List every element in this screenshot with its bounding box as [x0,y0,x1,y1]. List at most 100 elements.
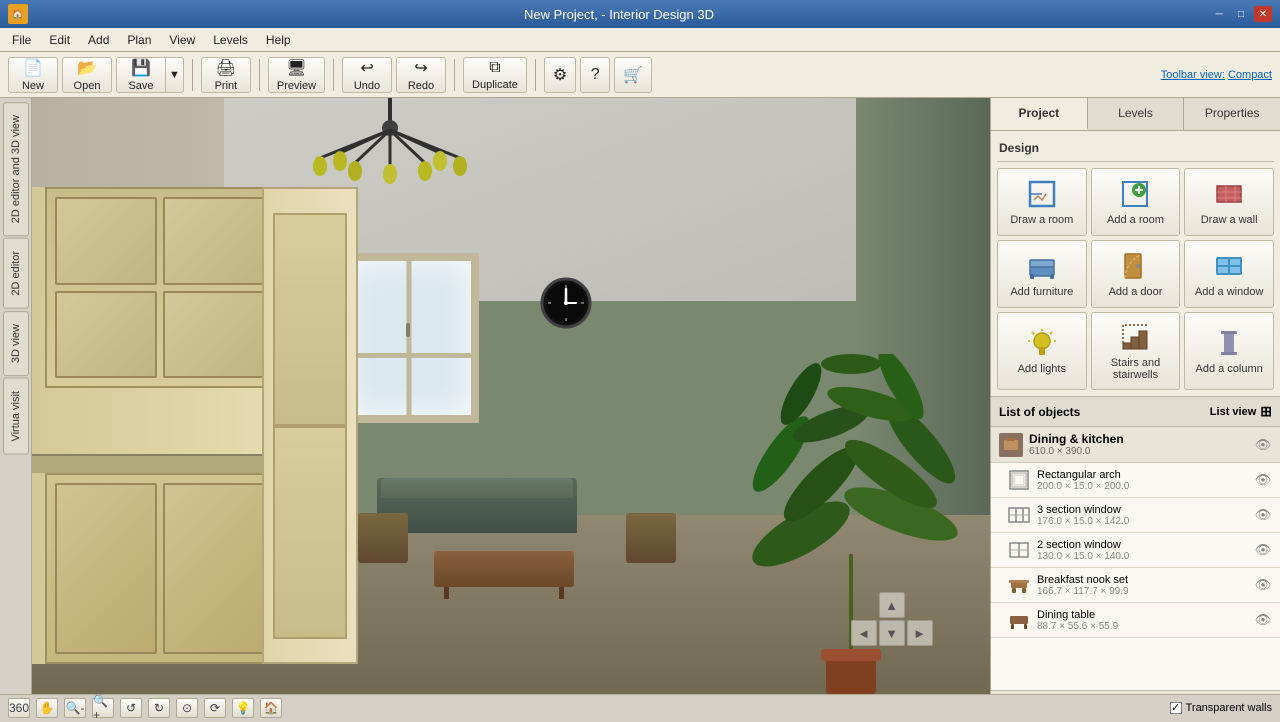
store-icon: 🛒 [623,65,643,85]
viewport[interactable]: ▲ ◄ ▼ ► [32,98,990,694]
rotate-cw-button[interactable]: ↻ [148,698,170,718]
object-item-rectangular-arch[interactable]: Rectangular arch 200.0 × 15.0 × 200.0 👁 [991,463,1280,498]
maximize-button[interactable]: □ [1232,6,1250,22]
menu-file[interactable]: File [4,31,39,49]
zoom-out-button[interactable]: 🔍- [64,698,86,718]
object-item-breakfast-nook[interactable]: Breakfast nook set 166.7 × 117.7 × 99.9 … [991,568,1280,603]
eye-toggle-3w[interactable]: 👁 [1254,506,1272,524]
object-item-2section-window[interactable]: 2 section window 130.0 × 15.0 × 140.0 👁 [991,533,1280,568]
sidebar-tab-2d[interactable]: 2D editor [3,238,29,309]
save-button[interactable]: 💾 Save [116,57,166,93]
tab-levels[interactable]: Levels [1088,98,1185,130]
wardrobe-door-1 [273,213,346,426]
add-furniture-button[interactable]: Add furniture [997,240,1087,308]
lower-cabinet-door-1 [55,483,157,654]
light-toggle-button[interactable]: 💡 [232,698,254,718]
cabinet-door-4 [163,291,265,378]
list-view-icon[interactable]: ⊞ [1260,403,1272,420]
tab-project[interactable]: Project [991,98,1088,130]
item-name-2w: 2 section window [1037,539,1248,551]
item-dims-3w: 176.0 × 15.0 × 142.0 [1037,516,1248,527]
home-button[interactable]: 🏠 [260,698,282,718]
transparent-walls-checkbox[interactable]: ✓ [1170,702,1182,714]
save-group: 💾 Save ▼ [116,57,184,93]
add-window-button[interactable]: Add a window [1184,240,1274,308]
add-lights-button[interactable]: Add lights [997,312,1087,390]
eye-toggle-bn[interactable]: 👁 [1254,576,1272,594]
rotate-ccw-button[interactable]: ↺ [120,698,142,718]
window-controls: ─ □ ✕ [1210,6,1272,22]
open-button[interactable]: 📂 Open [62,57,112,93]
zoom-in-button[interactable]: 🔍+ [92,698,114,718]
new-button[interactable]: 📄 New [8,57,58,93]
sidebar-tab-virtual[interactable]: Virtua visit [3,378,29,455]
pan-button[interactable]: ✋ [36,698,58,718]
measure-button[interactable]: ⟳ [204,698,226,718]
sidebar-tab-2d-3d[interactable]: 2D editor and 3D view [3,102,29,236]
objects-list[interactable]: Dining & kitchen 610.0 × 390.0 👁 [991,427,1280,690]
list-view-label[interactable]: List view [1210,406,1256,418]
menu-view[interactable]: View [161,31,203,49]
breakfast-nook-icon [1007,573,1031,597]
arrow-left-button[interactable]: ◄ [851,620,877,646]
print-button[interactable]: 🖨 Print [201,57,251,93]
store-button[interactable]: 🛒 [614,57,652,93]
menu-help[interactable]: Help [258,31,299,49]
item-name: Rectangular arch [1037,469,1248,481]
menu-edit[interactable]: Edit [41,31,78,49]
arrow-right-button[interactable]: ► [907,620,933,646]
print-label: Print [215,80,238,92]
stairs-label: Stairs and stairwells [1096,357,1176,381]
add-column-button[interactable]: Add a column [1184,312,1274,390]
add-door-label: Add a door [1109,286,1163,298]
save-dropdown-button[interactable]: ▼ [166,57,184,93]
draw-wall-button[interactable]: Draw a wall [1184,168,1274,236]
arrow-grid: ▲ ◄ ▼ ► [851,592,933,646]
compact-link[interactable]: Compact [1228,69,1272,81]
add-room-button[interactable]: Add a room [1091,168,1181,236]
help-button[interactable]: ? [580,57,610,93]
eye-toggle-dt[interactable]: 👁 [1254,611,1272,629]
minimize-button[interactable]: ─ [1210,6,1228,22]
eye-toggle-category[interactable]: 👁 [1254,436,1272,454]
menu-add[interactable]: Add [80,31,117,49]
stairs-button[interactable]: Stairs and stairwells [1091,312,1181,390]
preview-button[interactable]: 🖥 Preview [268,57,325,93]
arrow-up-button[interactable]: ▲ [879,592,905,618]
print-icon: 🖨 [216,58,236,78]
add-furniture-icon [1026,250,1058,282]
draw-room-button[interactable]: Draw a room [997,168,1087,236]
arrow-down-button[interactable]: ▼ [879,620,905,646]
help-icon: ? [591,66,600,84]
draw-wall-label: Draw a wall [1201,214,1258,226]
vr-button[interactable]: 360 [8,698,30,718]
new-label: New [22,80,44,92]
save-icon: 💾 [131,58,151,78]
object-category-dining-kitchen[interactable]: Dining & kitchen 610.0 × 390.0 👁 [991,427,1280,463]
item-info-2w: 2 section window 130.0 × 15.0 × 140.0 [1037,539,1248,562]
duplicate-button[interactable]: ⧉ Duplicate [463,57,527,93]
close-button[interactable]: ✕ [1254,6,1272,22]
object-item-dining-table[interactable]: Dining table 88.7 × 55.6 × 55.9 👁 [991,603,1280,638]
menu-plan[interactable]: Plan [119,31,159,49]
redo-button[interactable]: ↪ Redo [396,57,446,93]
settings-button[interactable]: ⚙ [544,57,576,93]
menu-levels[interactable]: Levels [205,31,256,49]
lower-cabinet-door-2 [163,483,265,654]
design-section: Design Draw a room [991,131,1280,396]
eye-toggle-arch[interactable]: 👁 [1254,471,1272,489]
duplicate-icon: ⧉ [489,59,500,77]
app-icon: 🏠 [8,4,28,24]
object-item-3section-window[interactable]: 3 section window 176.0 × 15.0 × 142.0 👁 [991,498,1280,533]
eye-toggle-2w[interactable]: 👁 [1254,541,1272,559]
center-button[interactable]: ⊙ [176,698,198,718]
toolbar-view-label: Toolbar view: [1161,69,1225,81]
wardrobe [262,187,358,664]
sidebar-tab-3d[interactable]: 3D view [3,311,29,376]
undo-button[interactable]: ↩ Undo [342,57,392,93]
add-door-button[interactable]: Add a door [1091,240,1181,308]
draw-wall-icon [1213,178,1245,210]
add-room-label: Add a room [1107,214,1164,226]
tab-properties[interactable]: Properties [1184,98,1280,130]
toolbar-view-info: Toolbar view: Compact [1161,69,1272,81]
